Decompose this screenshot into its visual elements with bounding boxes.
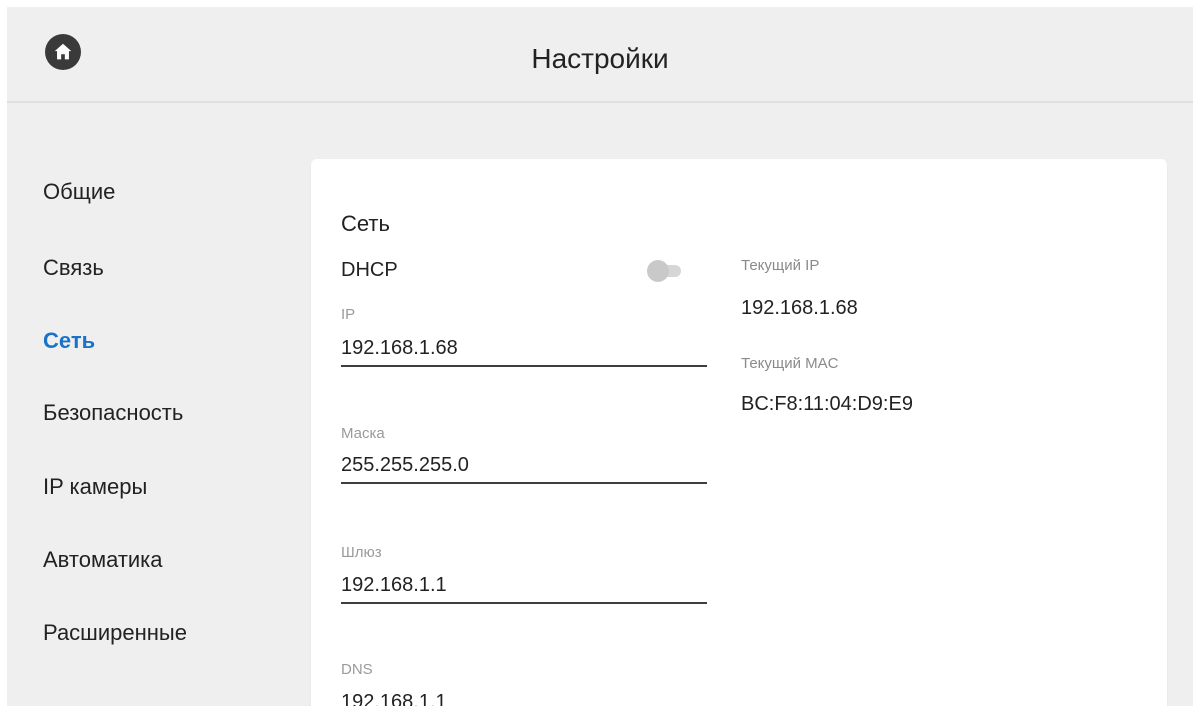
dns-field[interactable]: [341, 687, 707, 706]
current-ip-label: Текущий IP: [741, 257, 820, 274]
sidebar-item-security[interactable]: Безопасность: [43, 400, 183, 426]
app-frame: Настройки Общие Связь Сеть Безопасность …: [0, 0, 1200, 706]
dns-label: DNS: [341, 661, 373, 678]
sidebar-item-advanced[interactable]: Расширенные: [43, 620, 187, 646]
home-button[interactable]: [45, 34, 81, 70]
section-title: Сеть: [341, 211, 390, 236]
current-ip-value: 192.168.1.68: [741, 297, 858, 319]
network-settings-card: Сеть DHCP IP Маска Шлюз DNS Текущий IP 1…: [311, 159, 1167, 706]
gateway-label: Шлюз: [341, 544, 382, 561]
current-mac-value: BC:F8:11:04:D9:E9: [741, 393, 913, 415]
sidebar-item-general[interactable]: Общие: [43, 179, 115, 205]
home-icon: [54, 43, 72, 60]
sidebar-item-automation[interactable]: Автоматика: [43, 547, 163, 573]
dhcp-label: DHCP: [341, 259, 398, 281]
header-bar: Настройки: [7, 7, 1193, 103]
current-mac-label: Текущий MAC: [741, 355, 839, 372]
toggle-thumb: [647, 260, 669, 282]
ip-label: IP: [341, 306, 356, 323]
dhcp-toggle[interactable]: [647, 260, 685, 282]
gateway-field[interactable]: [341, 570, 707, 604]
mask-label: Маска: [341, 425, 385, 442]
mask-field[interactable]: [341, 450, 707, 484]
settings-screen: Настройки Общие Связь Сеть Безопасность …: [7, 7, 1193, 706]
page-title: Настройки: [531, 43, 669, 74]
sidebar-item-connection[interactable]: Связь: [43, 255, 104, 281]
sidebar-item-ip-cameras[interactable]: IP камеры: [43, 474, 147, 500]
sidebar-item-network[interactable]: Сеть: [43, 328, 95, 354]
ip-field[interactable]: [341, 333, 707, 367]
